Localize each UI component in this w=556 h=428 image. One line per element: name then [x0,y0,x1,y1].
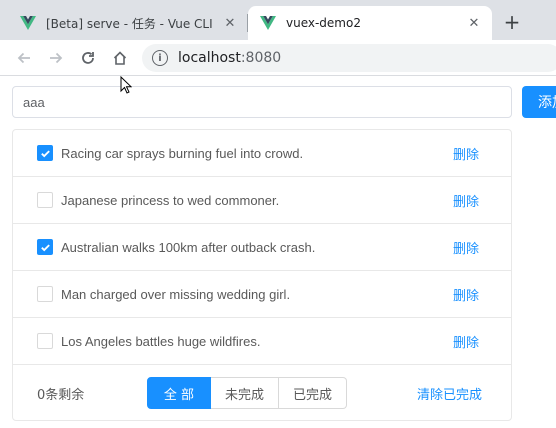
delete-link[interactable]: 删除 [453,238,479,257]
add-button[interactable]: 添加 [522,86,556,118]
address-bar[interactable]: i localhost:8080 [142,44,556,72]
list-item: Australian walks 100km after outback cra… [13,224,511,271]
todo-text: Australian walks 100km after outback cra… [61,239,316,255]
list-footer: 0条剩余 全 部 未完成 已完成 清除已完成 [13,366,511,420]
arrow-right-icon [50,52,63,63]
home-button[interactable] [104,44,136,72]
reload-icon [82,51,94,64]
list-item: Racing car sprays burning fuel into crow… [13,130,511,177]
delete-link[interactable]: 删除 [453,285,479,304]
filter-done-button[interactable]: 已完成 [279,377,348,409]
tab-vuex-demo2[interactable]: vuex-demo2 ✕ [248,6,492,40]
delete-link[interactable]: 删除 [453,144,479,163]
tab-strip: [Beta] serve - 任务 - Vue CLI ✕ vuex-demo2… [0,0,556,40]
home-icon [113,50,127,65]
info-icon[interactable]: i [152,50,168,66]
todo-checkbox[interactable] [37,145,53,161]
close-tab-icon[interactable]: ✕ [222,15,238,31]
url-port: :8080 [240,50,282,66]
todo-list: Racing car sprays burning fuel into crow… [12,129,512,421]
tab-vue-cli[interactable]: [Beta] serve - 任务 - Vue CLI ✕ [8,6,248,40]
todo-checkbox[interactable] [37,333,53,349]
todo-text: Los Angeles battles huge wildfires. [61,333,261,349]
filter-active-button[interactable]: 未完成 [211,377,280,409]
page-content: 添加 Racing car sprays burning fuel into c… [0,77,556,428]
delete-link[interactable]: 删除 [453,191,479,210]
tab-title: [Beta] serve - 任务 - Vue CLI [46,16,213,31]
todo-text: Racing car sprays burning fuel into crow… [61,145,304,161]
vue-logo-icon [260,16,276,30]
todo-checkbox[interactable] [37,286,53,302]
list-item: Japanese princess to wed commoner. 删除 [13,177,511,224]
todo-checkbox[interactable] [37,239,53,255]
new-tab-button[interactable]: + [500,10,524,34]
todo-text: Japanese princess to wed commoner. [61,192,280,208]
remaining-count: 0条剩余 [37,387,85,403]
check-icon [40,149,50,157]
filter-all-button[interactable]: 全 部 [147,377,211,409]
mouse-cursor-icon [120,76,132,94]
forward-button[interactable] [40,44,72,72]
url-host: localhost [178,50,241,66]
filter-button-group: 全 部 未完成 已完成 [147,377,348,409]
list-item: Man charged over missing wedding girl. 删… [13,271,511,318]
todo-checkbox[interactable] [37,192,53,208]
tab-title: vuex-demo2 [286,16,361,30]
vue-logo-icon [20,16,36,30]
todo-input[interactable] [12,86,512,118]
reload-button[interactable] [72,44,104,72]
back-button[interactable] [8,44,40,72]
clear-done-link[interactable]: 清除已完成 [417,384,482,403]
browser-toolbar: i localhost:8080 [0,40,556,76]
list-item: Los Angeles battles huge wildfires. 删除 [13,318,511,365]
check-icon [40,243,50,251]
arrow-left-icon [17,52,30,63]
delete-link[interactable]: 删除 [453,332,479,351]
close-tab-icon[interactable]: ✕ [466,15,482,31]
todo-text: Man charged over missing wedding girl. [61,286,291,302]
